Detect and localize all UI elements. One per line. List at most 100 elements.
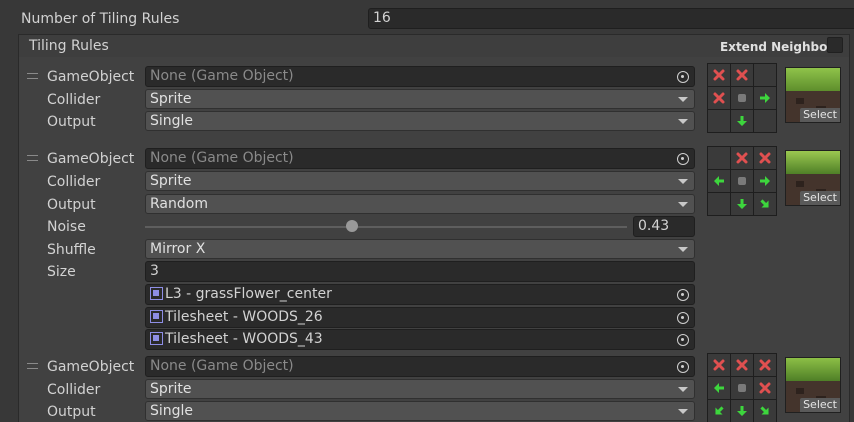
slider-track[interactable]	[145, 226, 627, 228]
neighbor-cell[interactable]	[754, 193, 776, 215]
arrow-right-icon	[758, 174, 772, 188]
sprite-field-3[interactable]: Tilesheet - WOODS_43	[145, 329, 695, 350]
object-picker-icon[interactable]	[677, 289, 689, 301]
noise-value-field[interactable]: 0.43	[633, 216, 695, 237]
drag-handle[interactable]	[27, 155, 38, 161]
gameobject-field[interactable]: None (Game Object)	[145, 356, 695, 377]
neighbor-cell[interactable]	[754, 147, 776, 169]
shuffle-label: Shuffle	[47, 242, 96, 258]
neighbor-cell[interactable]	[708, 147, 730, 169]
tiling-rules-title: Tiling Rules	[29, 38, 109, 54]
chevron-down-icon	[678, 97, 688, 102]
arrow-down-left-icon	[712, 404, 726, 418]
sprite-name: Tilesheet - WOODS_43	[165, 331, 323, 347]
neighbor-cell[interactable]	[754, 64, 776, 86]
object-picker-icon[interactable]	[677, 334, 689, 346]
object-picker-icon[interactable]	[677, 153, 689, 165]
neighbor-grid[interactable]	[707, 353, 777, 422]
sprite-icon	[150, 287, 163, 300]
collider-dropdown[interactable]: Sprite	[145, 379, 695, 399]
cross-icon	[735, 68, 749, 82]
collider-value: Sprite	[150, 381, 192, 397]
neighbor-cell[interactable]	[731, 193, 753, 215]
arrow-down-icon	[735, 404, 749, 418]
neighbor-cell[interactable]	[708, 400, 730, 422]
select-button[interactable]: Select	[800, 398, 840, 412]
shuffle-dropdown[interactable]: Mirror X	[145, 239, 695, 259]
gameobject-value: None (Game Object)	[150, 358, 294, 374]
cross-icon	[758, 381, 772, 395]
collider-label: Collider	[47, 174, 101, 190]
chevron-down-icon	[678, 247, 688, 252]
neighbor-cell[interactable]	[708, 110, 730, 132]
neighbor-cell[interactable]	[731, 110, 753, 132]
neighbor-cell[interactable]	[731, 377, 753, 399]
gameobject-value: None (Game Object)	[150, 150, 294, 166]
arrow-down-icon	[735, 114, 749, 128]
output-label: Output	[47, 197, 96, 213]
output-dropdown[interactable]: Random	[145, 194, 695, 214]
select-button[interactable]: Select	[800, 108, 840, 122]
neighbor-cell[interactable]	[731, 64, 753, 86]
sprite-name: Tilesheet - WOODS_26	[165, 309, 323, 325]
neighbor-cell[interactable]	[754, 354, 776, 376]
neighbor-cell[interactable]	[731, 147, 753, 169]
neighbor-cell[interactable]	[708, 170, 730, 192]
rule-count-input[interactable]: 16	[368, 8, 854, 29]
drag-handle[interactable]	[27, 363, 38, 369]
gameobject-field[interactable]: None (Game Object)	[145, 148, 695, 169]
sprite-preview[interactable]: Select	[785, 150, 841, 206]
neighbor-cell[interactable]	[708, 64, 730, 86]
neighbor-cell[interactable]	[731, 87, 753, 109]
object-picker-icon[interactable]	[677, 361, 689, 373]
neighbor-cell[interactable]	[754, 377, 776, 399]
collider-label: Collider	[47, 382, 101, 398]
select-button[interactable]: Select	[800, 191, 840, 205]
sprite-field-2[interactable]: Tilesheet - WOODS_26	[145, 307, 695, 328]
arrow-left-icon	[712, 174, 726, 188]
gameobject-field[interactable]: None (Game Object)	[145, 66, 695, 87]
noise-slider[interactable]	[145, 219, 627, 235]
sprite-preview[interactable]: Select	[785, 67, 841, 123]
collider-value: Sprite	[150, 173, 192, 189]
chevron-down-icon	[678, 409, 688, 414]
neighbor-cell[interactable]	[754, 400, 776, 422]
size-field[interactable]: 3	[145, 261, 695, 282]
arrow-down-right-icon	[758, 197, 772, 211]
neighbor-cell[interactable]	[754, 87, 776, 109]
neighbor-cell[interactable]	[708, 354, 730, 376]
chevron-down-icon	[678, 202, 688, 207]
collider-dropdown[interactable]: Sprite	[145, 171, 695, 191]
neighbor-cell[interactable]	[708, 377, 730, 399]
slider-knob[interactable]	[346, 220, 359, 232]
drag-handle[interactable]	[27, 73, 38, 79]
object-picker-icon[interactable]	[677, 312, 689, 324]
neighbor-cell[interactable]	[708, 193, 730, 215]
shuffle-value: Mirror X	[150, 241, 206, 257]
output-dropdown[interactable]: Single	[145, 111, 695, 131]
cross-icon	[758, 358, 772, 372]
sprite-preview[interactable]: Select	[785, 357, 841, 413]
collider-dropdown[interactable]: Sprite	[145, 89, 695, 109]
neighbor-cell[interactable]	[731, 170, 753, 192]
neighbor-cell[interactable]	[754, 170, 776, 192]
output-value: Single	[150, 113, 194, 129]
neighbor-cell[interactable]	[731, 400, 753, 422]
extend-neighbor-checkbox[interactable]	[827, 37, 843, 53]
output-value: Single	[150, 403, 194, 419]
cross-icon	[758, 151, 772, 165]
sprite-name: L3 - grassFlower_center	[165, 286, 332, 302]
gameobject-label: GameObject	[47, 359, 135, 375]
output-label: Output	[47, 404, 96, 420]
sprite-field-1[interactable]: L3 - grassFlower_center	[145, 284, 695, 305]
rule-count-label: Number of Tiling Rules	[21, 11, 180, 27]
neighbor-cell[interactable]	[731, 354, 753, 376]
neighbor-cell[interactable]	[708, 87, 730, 109]
output-dropdown[interactable]: Single	[145, 401, 695, 421]
neighbor-grid[interactable]	[707, 146, 777, 216]
neighbor-cell[interactable]	[754, 110, 776, 132]
gameobject-label: GameObject	[47, 151, 135, 167]
object-picker-icon[interactable]	[677, 71, 689, 83]
cross-icon	[712, 68, 726, 82]
neighbor-grid[interactable]	[707, 63, 777, 133]
